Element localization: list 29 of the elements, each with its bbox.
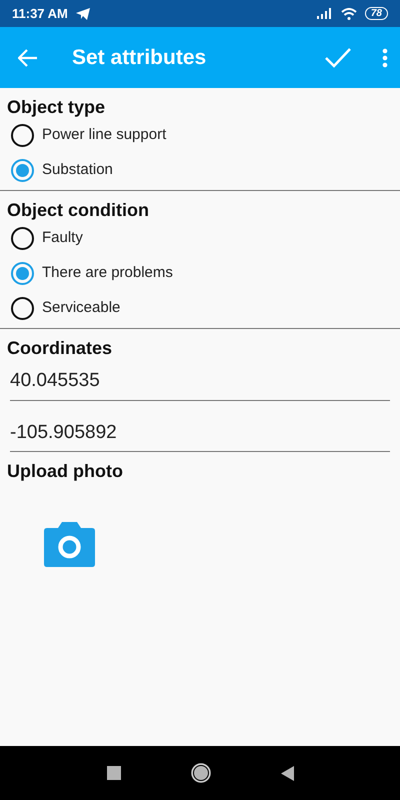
signal-icon (316, 8, 333, 19)
option-label: Faulty (42, 228, 83, 248)
option-label: Substation (42, 160, 113, 180)
camera-icon[interactable] (44, 522, 95, 567)
input-field[interactable]: 40.045535 (10, 359, 390, 400)
radio-button[interactable] (11, 227, 34, 250)
option-label: There are problems (42, 263, 173, 284)
section-heading: Object condition (7, 199, 150, 221)
back-nav-button[interactable] (280, 766, 294, 780)
status-time: 11:37 AM (12, 4, 68, 23)
section-heading: Upload photo (7, 460, 124, 482)
screen-title: Set attributes (72, 44, 206, 71)
more-options-button[interactable] (382, 48, 388, 68)
home-button[interactable] (190, 763, 210, 783)
section-heading: Coordinates (7, 337, 114, 359)
radio-button[interactable] (11, 297, 34, 320)
radio-button[interactable] (11, 159, 34, 182)
option-label: Power line support (42, 125, 166, 146)
wifi-icon (340, 8, 357, 20)
confirm-button[interactable] (324, 46, 352, 68)
radio-button[interactable] (11, 124, 34, 147)
back-button[interactable] (18, 48, 38, 66)
recent-apps-button[interactable] (106, 766, 120, 780)
option-label: Serviceable (42, 298, 120, 318)
battery-indicator: 78 (364, 7, 388, 20)
radio-button[interactable] (11, 262, 34, 285)
paper-plane-icon (76, 8, 90, 20)
input-field[interactable]: -105.905892 (10, 410, 390, 452)
section-heading: Object type (7, 96, 106, 118)
